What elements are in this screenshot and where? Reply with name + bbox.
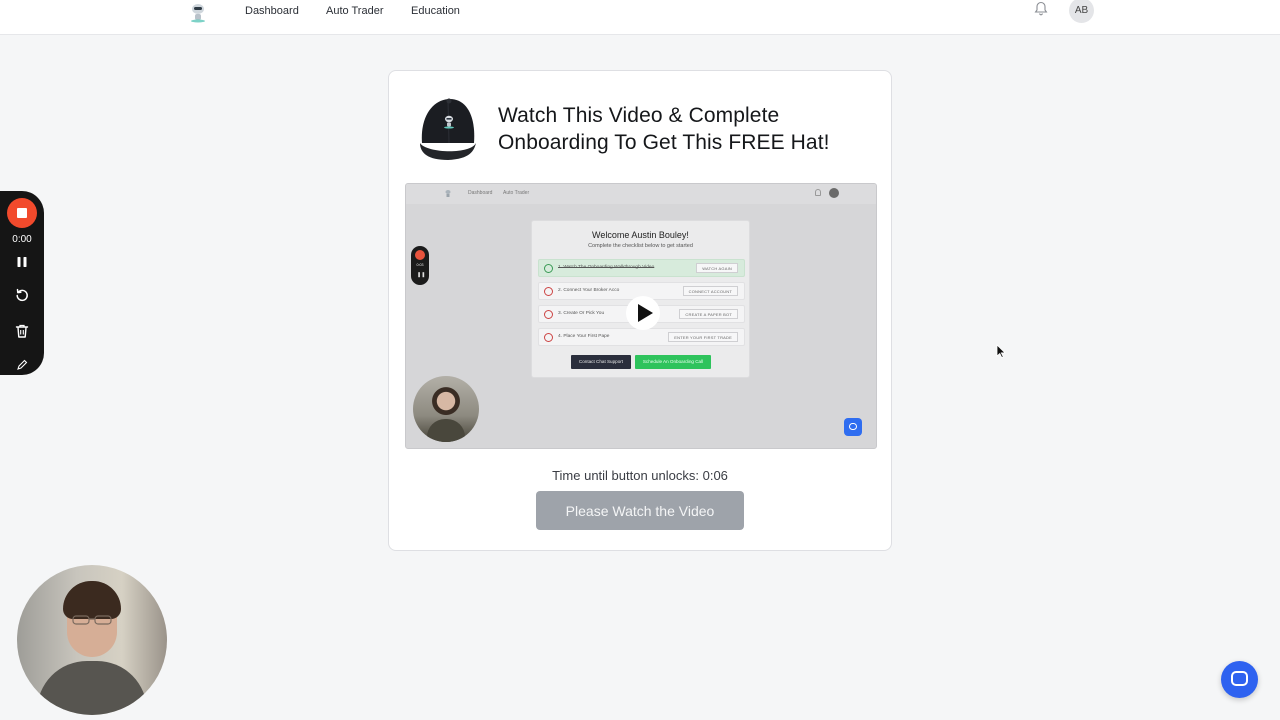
restart-icon[interactable] — [13, 287, 31, 305]
webcam-presenter-body — [37, 661, 147, 715]
stop-recording-button[interactable] — [7, 198, 37, 228]
video-recorder-time: 0:03 — [416, 263, 424, 267]
video-presenter-body — [427, 419, 465, 442]
video-checklist-action: CREATE A PAPER BOT — [679, 309, 738, 319]
avatar-initials: AB — [1074, 5, 1089, 16]
video-checklist-label: 2. Connect Your Broker Acco — [558, 288, 620, 293]
video-preview-nav: Dashboard Auto Trader — [406, 184, 876, 204]
recording-time: 0:00 — [12, 234, 32, 245]
check-circle-icon — [544, 287, 553, 296]
video-checklist-label: 3. Create Or Pick You — [558, 311, 605, 316]
video-checklist-action: WATCH AGAIN — [696, 263, 738, 273]
check-circle-icon — [544, 310, 553, 319]
bell-icon[interactable] — [1033, 1, 1049, 17]
video-logo-icon — [445, 190, 451, 197]
onboarding-video[interactable]: Dashboard Auto Trader Welcome Austin Bou… — [405, 183, 877, 449]
video-presenter-bubble — [413, 376, 479, 442]
please-watch-video-button[interactable]: Please Watch the Video — [536, 491, 744, 530]
webcam-bubble[interactable] — [17, 565, 167, 715]
video-bell-icon — [815, 189, 821, 196]
video-nav-auto-trader: Auto Trader — [503, 190, 530, 196]
video-checklist-item: 1. Watch The Onboarding Walkthrough Vide… — [538, 259, 745, 277]
video-checklist-label: 4. Place Your First Pape — [558, 334, 610, 339]
check-circle-icon — [544, 333, 553, 342]
robot-logo-icon[interactable] — [186, 1, 210, 23]
video-recorder-toolbar: 0:03 ❚❚ — [411, 246, 429, 285]
hat-image — [420, 98, 476, 160]
onboarding-card: Watch This Video & Complete Onboarding T… — [388, 70, 892, 551]
chat-icon — [1231, 671, 1248, 686]
video-contact-support-button: Contact Chat Support — [571, 355, 631, 369]
video-pause-icon: ❚❚ — [417, 272, 426, 278]
play-icon[interactable] — [625, 295, 661, 331]
video-welcome-subtitle: Complete the checklist below to get star… — [588, 243, 693, 249]
video-avatar — [829, 188, 839, 198]
trash-icon[interactable] — [13, 322, 31, 340]
top-nav: Dashboard Auto Trader Education AB — [0, 0, 1280, 35]
pen-icon[interactable] — [16, 359, 28, 371]
check-circle-icon — [544, 264, 553, 273]
video-checklist-label: 1. Watch The Onboarding Walkthrough Vide… — [558, 265, 655, 270]
mouse-cursor-icon — [996, 344, 1006, 358]
nav-education[interactable]: Education — [411, 4, 460, 18]
nav-dashboard[interactable]: Dashboard — [245, 4, 299, 18]
video-welcome-title: Welcome Austin Bouley! — [592, 230, 689, 240]
video-stop-icon — [415, 250, 425, 260]
video-checklist-action: ENTER YOUR FIRST TRADE — [668, 332, 738, 342]
glasses-shape — [72, 615, 112, 625]
chat-support-button[interactable] — [1221, 661, 1258, 698]
unlock-timer: Time until button unlocks: 0:06 — [552, 468, 728, 483]
user-avatar[interactable]: AB — [1069, 0, 1094, 23]
webcam-presenter-hair — [63, 581, 121, 619]
video-checklist-action: CONNECT ACCOUNT — [682, 286, 738, 296]
recorder-toolbar: 0:00 — [0, 191, 44, 375]
pause-icon[interactable] — [13, 253, 31, 271]
nav-auto-trader[interactable]: Auto Trader — [326, 4, 383, 18]
video-chat-icon — [844, 418, 862, 436]
video-schedule-call-button: Schedule An Onboarding Call — [635, 355, 711, 369]
card-title: Watch This Video & Complete Onboarding T… — [498, 104, 830, 154]
video-nav-dashboard: Dashboard — [468, 190, 493, 196]
